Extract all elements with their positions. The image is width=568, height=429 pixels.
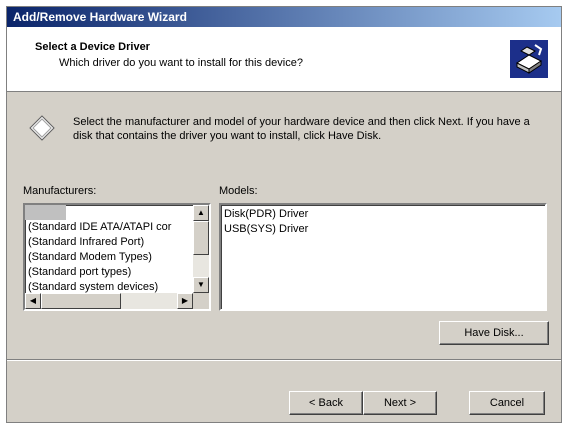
scroll-right-icon[interactable]: ▶ xyxy=(177,293,193,309)
list-item[interactable]: Disk(PDR) Driver xyxy=(221,205,545,222)
list-item[interactable]: (Standard port types) xyxy=(25,265,209,280)
models-label: Models: xyxy=(219,185,258,197)
page-title: Select a Device Driver xyxy=(35,41,150,53)
divider xyxy=(7,359,561,361)
list-item[interactable]: (Standard Infrared Port) xyxy=(25,235,209,250)
instructions-text: Select the manufacturer and model of you… xyxy=(73,116,530,142)
scroll-up-icon[interactable]: ▲ xyxy=(193,205,209,221)
horizontal-scrollbar[interactable]: ◀ ▶ xyxy=(25,293,193,309)
vertical-scrollbar[interactable]: ▲ ▼ xyxy=(193,205,209,293)
list-item[interactable] xyxy=(25,205,66,220)
scroll-left-icon[interactable]: ◀ xyxy=(25,293,41,309)
scroll-thumb[interactable] xyxy=(193,221,209,255)
hardware-wizard-icon xyxy=(510,40,548,78)
list-item[interactable]: (Standard IDE ATA/ATAPI cor xyxy=(25,220,209,235)
back-button[interactable]: < Back xyxy=(289,391,363,415)
list-item[interactable]: (Standard Modem Types) xyxy=(25,250,209,265)
window-title: Add/Remove Hardware Wizard xyxy=(7,7,561,27)
wizard-header: Select a Device Driver Which driver do y… xyxy=(7,27,561,92)
have-disk-button[interactable]: Have Disk... xyxy=(439,321,549,345)
list-item[interactable]: USB(SYS) Driver xyxy=(221,222,545,237)
scrollbar-corner xyxy=(193,293,209,309)
cancel-button[interactable]: Cancel xyxy=(469,391,545,415)
next-button[interactable]: Next > xyxy=(363,391,437,415)
manufacturers-list[interactable]: (Standard IDE ATA/ATAPI cor (Standard In… xyxy=(23,203,211,311)
models-list[interactable]: Disk(PDR) Driver USB(SYS) Driver xyxy=(219,203,547,311)
manufacturers-label: Manufacturers: xyxy=(23,185,97,197)
wizard-window: Add/Remove Hardware Wizard Select a Devi… xyxy=(6,6,562,423)
scroll-down-icon[interactable]: ▼ xyxy=(193,277,209,293)
diamond-icon xyxy=(29,115,55,141)
scroll-thumb[interactable] xyxy=(41,293,121,309)
page-subtitle: Which driver do you want to install for … xyxy=(59,57,303,69)
